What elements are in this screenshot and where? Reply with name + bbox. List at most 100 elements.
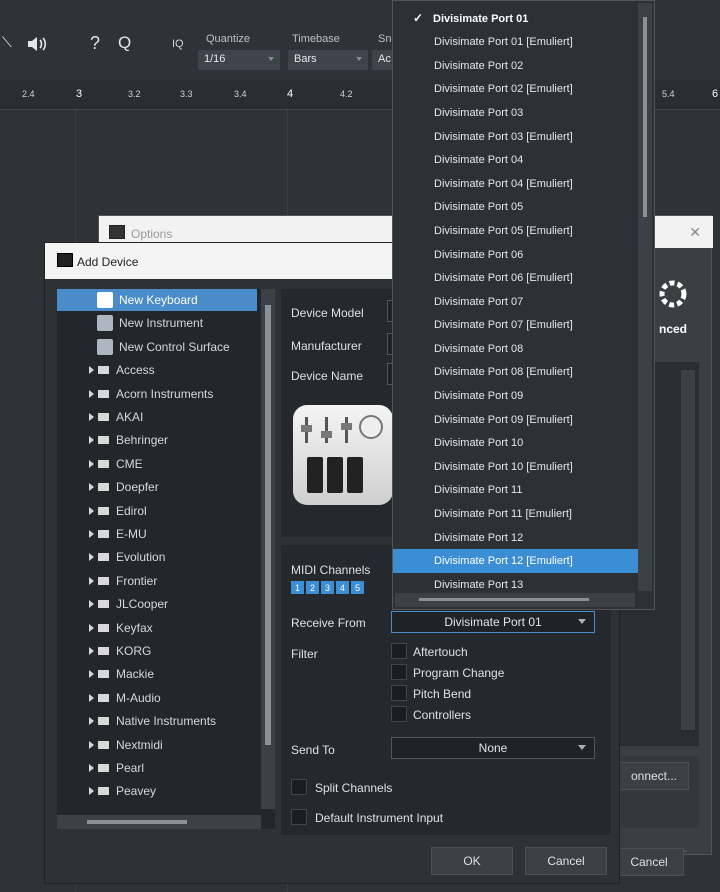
tree-scrollbar-v[interactable] — [261, 289, 275, 809]
tree-item[interactable]: New Instrument — [57, 312, 257, 334]
tree-hscroll-thumb[interactable] — [87, 820, 187, 824]
tree-item[interactable]: Native Instruments — [57, 710, 257, 732]
pitch-bend-checkbox[interactable] — [391, 685, 407, 701]
tree-item[interactable]: Doepfer — [57, 476, 257, 498]
tree-item[interactable]: Access — [57, 359, 257, 381]
dropdown-option[interactable]: Divisimate Port 08 — [393, 337, 638, 361]
dropdown-option[interactable]: Divisimate Port 11 — [393, 479, 638, 503]
help-icon[interactable]: ? — [90, 33, 100, 54]
expand-arrow-icon[interactable] — [89, 436, 94, 445]
midi-channel-button[interactable]: 1 — [291, 581, 304, 594]
tree-item[interactable]: Keyfax — [57, 617, 257, 639]
tree-item[interactable]: Behringer — [57, 429, 257, 451]
dropdown-option[interactable]: Divisimate Port 04 — [393, 148, 638, 172]
tree-scroll-thumb[interactable] — [265, 305, 271, 745]
expand-arrow-icon[interactable] — [89, 459, 94, 468]
tree-item[interactable]: KORG — [57, 640, 257, 662]
search-icon[interactable]: Q — [118, 33, 131, 53]
dropdown-option[interactable]: Divisimate Port 09 — [393, 384, 638, 408]
dropdown-option[interactable]: Divisimate Port 10 [Emuliert] — [393, 455, 638, 479]
expand-arrow-icon[interactable] — [89, 740, 94, 749]
connect-button[interactable]: onnect... — [619, 762, 689, 790]
expand-arrow-icon[interactable] — [89, 553, 94, 562]
dropdown-scrollbar-v[interactable] — [638, 3, 652, 591]
dropdown-option[interactable]: Divisimate Port 10 — [393, 431, 638, 455]
gear-icon[interactable] — [653, 274, 693, 314]
dropdown-option[interactable]: Divisimate Port 12 — [393, 526, 638, 550]
dropdown-option[interactable]: Divisimate Port 03 — [393, 101, 638, 125]
dropdown-option[interactable]: Divisimate Port 02 [Emuliert] — [393, 78, 638, 102]
tree-item[interactable]: Evolution — [57, 546, 257, 568]
tree-item[interactable]: Nextmidi — [57, 734, 257, 756]
tool-fragment-icon[interactable]: ⟍ — [2, 34, 12, 51]
expand-arrow-icon[interactable] — [89, 693, 94, 702]
split-channels-checkbox[interactable] — [291, 779, 307, 795]
tree-item[interactable]: Pearl — [57, 757, 257, 779]
midi-channel-button[interactable]: 4 — [336, 581, 349, 594]
tree-item[interactable]: Frontier — [57, 570, 257, 592]
expand-arrow-icon[interactable] — [89, 506, 94, 515]
tree-item[interactable]: Edirol — [57, 500, 257, 522]
expand-arrow-icon[interactable] — [89, 389, 94, 398]
dropdown-option[interactable]: Divisimate Port 04 [Emuliert] — [393, 172, 638, 196]
controllers-checkbox[interactable] — [391, 706, 407, 722]
midi-channel-button[interactable]: 3 — [321, 581, 334, 594]
receive-from-select[interactable]: Divisimate Port 01 — [391, 611, 595, 633]
dropdown-hscroll-thumb[interactable] — [419, 598, 589, 601]
expand-arrow-icon[interactable] — [89, 764, 94, 772]
dropdown-option[interactable]: Divisimate Port 11 [Emuliert] — [393, 502, 638, 526]
aftertouch-checkbox[interactable] — [391, 643, 407, 659]
receive-from-dropdown-list[interactable]: ✓ Divisimate Port 01 Divisimate Port 01 [E… — [392, 0, 655, 610]
tree-item[interactable]: M-Audio — [57, 687, 257, 709]
expand-arrow-icon[interactable] — [89, 413, 94, 421]
dropdown-option[interactable]: ✓ Divisimate Port 01 — [393, 7, 638, 31]
dropdown-scrollbar-h[interactable] — [395, 593, 635, 607]
tree-item[interactable]: AKAI — [57, 406, 257, 428]
timebase-select[interactable]: Bars — [288, 50, 368, 70]
default-instrument-input-checkbox[interactable] — [291, 809, 307, 825]
dropdown-scroll-thumb[interactable] — [643, 17, 647, 217]
tree-item[interactable]: Mackie — [57, 663, 257, 685]
dropdown-option[interactable]: Divisimate Port 05 [Emuliert] — [393, 219, 638, 243]
midi-channel-button[interactable]: 2 — [306, 581, 319, 594]
advanced-tab[interactable]: nced — [659, 322, 687, 336]
options-cancel-button[interactable]: Cancel — [614, 848, 684, 876]
expand-arrow-icon[interactable] — [89, 576, 94, 585]
tree-item[interactable]: Acorn Instruments — [57, 383, 257, 405]
expand-arrow-icon[interactable] — [89, 483, 94, 492]
dropdown-option[interactable]: Divisimate Port 12 [Emuliert] — [393, 549, 638, 573]
cancel-button[interactable]: Cancel — [525, 847, 607, 875]
expand-arrow-icon[interactable] — [89, 623, 94, 632]
expand-arrow-icon[interactable] — [89, 787, 94, 796]
tree-item[interactable]: JLCooper — [57, 593, 257, 615]
expand-arrow-icon[interactable] — [89, 366, 94, 375]
speaker-icon[interactable] — [26, 34, 48, 57]
dropdown-option[interactable]: Divisimate Port 02 — [393, 54, 638, 78]
dropdown-option[interactable]: Divisimate Port 01 [Emuliert] — [393, 31, 638, 55]
program-change-checkbox[interactable] — [391, 664, 407, 680]
dropdown-option[interactable]: Divisimate Port 07 [Emuliert] — [393, 314, 638, 338]
dropdown-option[interactable]: Divisimate Port 08 [Emuliert] — [393, 361, 638, 385]
iq-toggle[interactable]: IQ — [172, 38, 184, 50]
options-scrollbar[interactable] — [681, 370, 695, 730]
tree-item[interactable]: New Control Surface — [57, 336, 257, 358]
expand-arrow-icon[interactable] — [89, 670, 94, 679]
expand-arrow-icon[interactable] — [89, 717, 94, 726]
quantize-select[interactable]: 1/16 — [198, 50, 280, 70]
tree-item[interactable]: CME — [57, 453, 257, 475]
dropdown-option[interactable]: Divisimate Port 05 — [393, 196, 638, 220]
device-tree[interactable]: New Keyboard New Instrument New Control Su… — [57, 289, 275, 829]
dropdown-option[interactable]: Divisimate Port 06 — [393, 243, 638, 267]
send-to-select[interactable]: None — [391, 737, 595, 759]
dropdown-option[interactable]: Divisimate Port 09 [Emuliert] — [393, 408, 638, 432]
dropdown-option[interactable]: Divisimate Port 07 — [393, 290, 638, 314]
tree-item[interactable]: New Keyboard — [57, 289, 257, 311]
dropdown-option[interactable]: Divisimate Port 03 [Emuliert] — [393, 125, 638, 149]
close-icon[interactable]: ✕ — [689, 224, 701, 241]
midi-channel-button[interactable]: 5 — [351, 581, 364, 594]
expand-arrow-icon[interactable] — [89, 530, 94, 538]
expand-arrow-icon[interactable] — [89, 600, 94, 609]
dropdown-option[interactable]: Divisimate Port 06 [Emuliert] — [393, 266, 638, 290]
tree-scrollbar-h[interactable] — [57, 815, 261, 829]
tree-item[interactable]: E-MU — [57, 523, 257, 545]
